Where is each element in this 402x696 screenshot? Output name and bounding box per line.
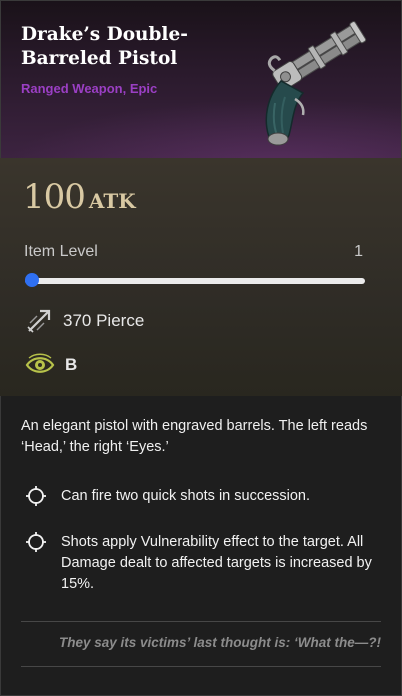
pierce-value: 370 Pierce bbox=[63, 311, 145, 330]
item-level-slider[interactable] bbox=[25, 273, 365, 287]
perk-item: Shots apply Vulnerability effect to the … bbox=[25, 532, 375, 595]
pierce-stat: 370 Pierce bbox=[25, 307, 144, 335]
crosshair-icon bbox=[26, 486, 46, 506]
item-tooltip-card: Drake’s Double- Barreled Pistol Ranged W… bbox=[0, 0, 402, 696]
eye-icon bbox=[25, 353, 55, 373]
crosshair-icon bbox=[26, 532, 46, 552]
slider-thumb[interactable] bbox=[25, 273, 39, 287]
item-type-rarity: Ranged Weapon, Epic bbox=[21, 81, 158, 96]
attack-stat: 100 ATK bbox=[23, 177, 136, 217]
item-header: Drake’s Double- Barreled Pistol Ranged W… bbox=[1, 1, 401, 158]
perk-item: Can fire two quick shots in succession. bbox=[25, 486, 375, 507]
item-name: Drake’s Double- Barreled Pistol bbox=[21, 24, 188, 69]
attack-value: 100 bbox=[23, 177, 86, 217]
perception-stat: B bbox=[25, 353, 77, 377]
item-level-value: 1 bbox=[354, 243, 363, 260]
divider bbox=[21, 621, 381, 622]
flavor-text: They say its victims’ last thought is: ‘… bbox=[58, 635, 381, 650]
item-level-row: Item Level 1 bbox=[24, 243, 363, 261]
flintlock-pistol-icon bbox=[265, 21, 367, 146]
perk-text: Shots apply Vulnerability effect to the … bbox=[61, 534, 372, 592]
pierce-arrow-icon bbox=[27, 309, 51, 333]
slider-track[interactable] bbox=[25, 278, 365, 284]
perception-grade: B bbox=[65, 355, 78, 374]
item-level-label: Item Level bbox=[24, 243, 98, 260]
divider bbox=[21, 666, 381, 667]
item-description: An elegant pistol with engraved barrels.… bbox=[21, 418, 368, 455]
perk-text: Can fire two quick shots in succession. bbox=[61, 488, 311, 504]
attack-unit: ATK bbox=[88, 189, 136, 213]
